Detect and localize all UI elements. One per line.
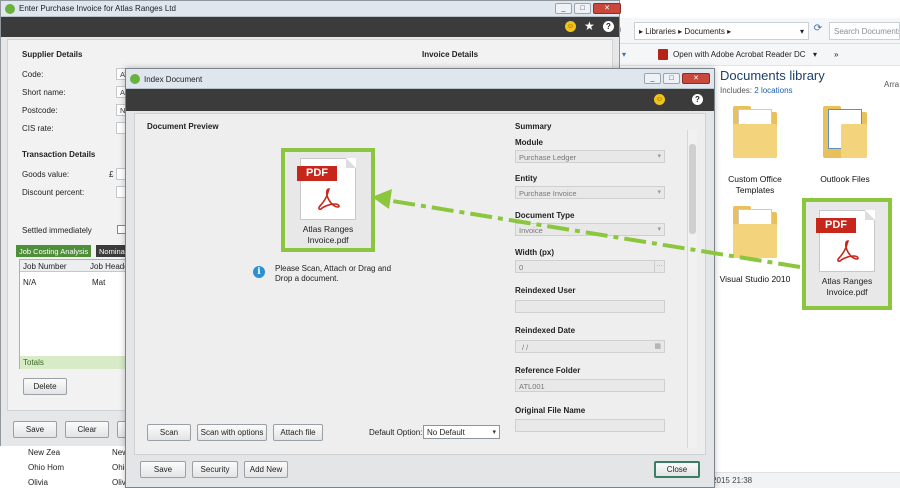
drag-arrow-overlay [372, 189, 801, 269]
drag-path-line [385, 198, 801, 269]
drag-arrowhead-icon [372, 189, 392, 209]
